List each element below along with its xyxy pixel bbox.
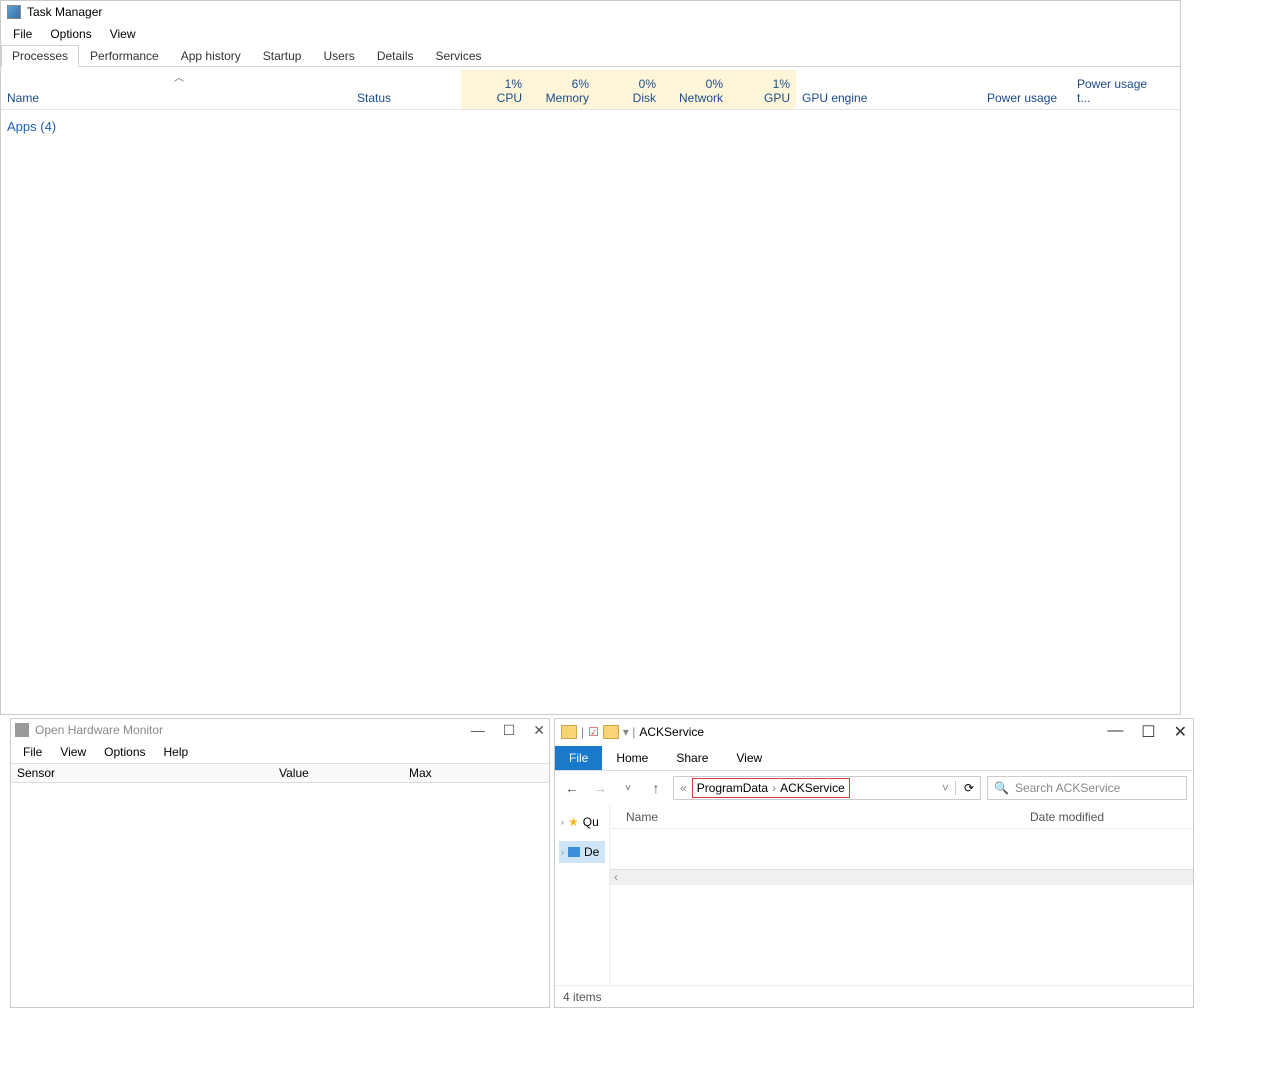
quick-access-checkbox-icon[interactable]: ☑ [588,725,599,739]
navigation-bar: ← → ˅ ↑ « ProgramData › ACKService ˅ ⟳ 🔍… [555,771,1193,805]
back-button[interactable]: ← [561,780,583,796]
navigation-pane[interactable]: ›★Qu ›De [555,805,610,985]
col-network[interactable]: 0%Network [662,70,729,109]
col-name[interactable]: Name [1,70,351,109]
maximize-button[interactable]: ☐ [503,722,516,739]
col-name[interactable]: Name [610,810,1030,824]
col-date[interactable]: Date modified [1030,810,1193,824]
recent-dropdown[interactable]: ˅ [617,783,639,794]
ribbon-share[interactable]: Share [662,746,722,770]
col-power-usage[interactable]: Power usage [981,70,1071,109]
open-hardware-monitor-window: Open Hardware Monitor — ☐ ✕ File View Op… [10,718,550,1008]
tab-strip: Processes Performance App history Startu… [1,45,1180,67]
column-headers: Name Date modified [610,805,1193,829]
title-bar[interactable]: Open Hardware Monitor — ☐ ✕ [11,719,549,741]
task-manager-window: Task Manager File Options View Processes… [0,0,1181,715]
col-sensor[interactable]: Sensor [11,766,273,780]
folder-icon [561,725,577,739]
item-count: 4 items [563,990,602,1004]
tab-app-history[interactable]: App history [170,45,252,66]
address-dropdown-icon[interactable]: ˅ [942,781,949,795]
chevron-right-icon[interactable]: › [772,781,776,795]
forward-button[interactable]: → [589,780,611,796]
folder-icon [603,725,619,739]
process-list: Apps (4) [1,110,1180,141]
ribbon-home[interactable]: Home [602,746,662,770]
scroll-left-icon[interactable]: ‹ [610,870,622,884]
breadcrumb-prefix: « [680,781,687,795]
close-button[interactable]: ✕ [533,722,545,739]
window-title: ACKService [639,725,704,739]
task-manager-icon [7,5,21,19]
title-bar[interactable]: | ☑ ▾ | ACKService — ☐ ✕ [555,719,1193,745]
col-disk[interactable]: 0%Disk [595,70,662,109]
menu-view[interactable]: View [52,743,94,761]
breadcrumb-item[interactable]: ProgramData [697,781,768,795]
search-input[interactable]: 🔍 Search ACKService [987,776,1187,800]
col-value[interactable]: Value [273,766,403,780]
status-bar: 4 items [555,985,1193,1007]
breadcrumb-item[interactable]: ACKService [780,781,845,795]
sidebar-item-quick-access[interactable]: ›★Qu [559,811,605,833]
horizontal-scrollbar[interactable]: ‹ [610,869,1193,885]
file-list: Name Date modified ‹ [610,805,1193,985]
tab-users[interactable]: Users [312,45,365,66]
menu-bar: File Options View [1,23,1180,45]
sidebar-item-desktop[interactable]: ›De [559,841,605,863]
menu-help[interactable]: Help [156,743,197,761]
col-gpu-engine[interactable]: GPU engine [796,70,981,109]
refresh-button[interactable]: ⟳ [955,781,974,795]
minimize-button[interactable]: — [1107,722,1123,742]
menu-file[interactable]: File [15,743,50,761]
tab-services[interactable]: Services [425,45,493,66]
ribbon-file[interactable]: File [555,746,602,770]
col-memory[interactable]: 6%Memory [528,70,595,109]
breadcrumb-highlighted: ProgramData › ACKService [693,779,849,797]
minimize-button[interactable]: — [471,722,485,739]
col-power-trend[interactable]: Power usage t... [1071,70,1161,109]
col-gpu[interactable]: 1%GPU [729,70,796,109]
tab-details[interactable]: Details [366,45,425,66]
up-button[interactable]: ↑ [645,780,667,796]
ribbon-view[interactable]: View [722,746,776,770]
menu-options[interactable]: Options [96,743,153,761]
col-status[interactable]: Status [351,70,461,109]
title-bar[interactable]: Task Manager [1,1,1180,23]
ohm-icon [15,723,29,737]
column-headers: Sensor Value Max [11,763,549,783]
ribbon-tabs: File Home Share View [555,745,1193,771]
col-cpu[interactable]: 1%CPU [461,70,528,109]
window-title: Task Manager [27,5,102,19]
menu-view[interactable]: View [102,25,144,43]
menu-file[interactable]: File [5,25,40,43]
tab-processes[interactable]: Processes [1,45,79,67]
menu-bar: File View Options Help [11,741,549,763]
tab-performance[interactable]: Performance [79,45,170,66]
column-headers: Name Status 1%CPU 6%Memory 0%Disk 0%Netw… [1,70,1180,110]
menu-options[interactable]: Options [42,25,99,43]
window-title: Open Hardware Monitor [35,723,163,737]
search-placeholder: Search ACKService [1015,781,1120,795]
col-max[interactable]: Max [403,766,533,780]
close-button[interactable]: ✕ [1174,722,1187,742]
search-icon: 🔍 [994,781,1009,795]
file-explorer-window: | ☑ ▾ | ACKService — ☐ ✕ File Home Share… [554,718,1194,1008]
address-bar[interactable]: « ProgramData › ACKService ˅ ⟳ [673,776,981,800]
process-group-header: Apps (4) [1,110,1180,141]
tab-startup[interactable]: Startup [252,45,313,66]
maximize-button[interactable]: ☐ [1141,722,1155,742]
